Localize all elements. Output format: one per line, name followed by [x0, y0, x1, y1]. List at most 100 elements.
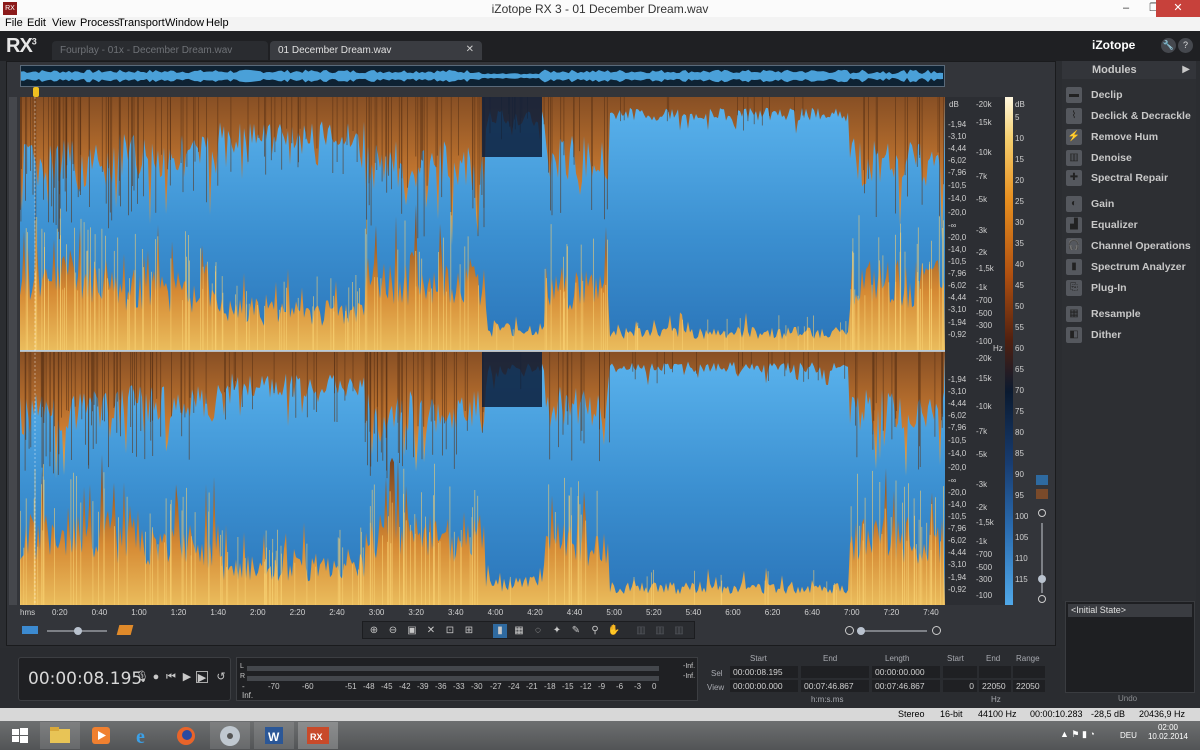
playhead-handle[interactable] — [33, 87, 39, 97]
play-icon[interactable]: ▶ — [181, 671, 193, 683]
menu-view[interactable]: View — [52, 17, 76, 29]
menu-help[interactable]: Help — [206, 17, 229, 29]
lasso-icon[interactable]: ◌ — [531, 624, 545, 638]
zoom-select-icon[interactable]: ▣ — [405, 624, 419, 638]
menu-file[interactable]: File — [5, 17, 23, 29]
word-icon[interactable]: W — [254, 722, 294, 749]
waveform-toggle-icon[interactable] — [1036, 475, 1048, 485]
wand-icon[interactable]: ✦ — [550, 624, 564, 638]
vertical-zoom-control[interactable] — [1036, 475, 1048, 605]
time-select-icon[interactable]: ▮ — [493, 624, 507, 638]
close-tab-icon[interactable]: ✕ — [466, 44, 474, 55]
file-explorer-icon[interactable] — [40, 722, 80, 749]
sel-range-field[interactable] — [1013, 666, 1045, 678]
hzoom-track[interactable] — [857, 630, 927, 632]
sel-start-field[interactable]: 00:00:08.195 — [730, 666, 798, 678]
time-tick: 3:40 — [448, 608, 464, 617]
grid-2-icon[interactable]: ▥ — [653, 624, 667, 638]
db-tick-top: -6,02 — [948, 281, 967, 290]
play-selection-icon[interactable]: ▶ — [196, 671, 208, 684]
hzoom-out-icon[interactable] — [845, 626, 854, 635]
hz-tick-top: -20k — [976, 100, 992, 109]
module-declip[interactable]: ▬ Declip — [1066, 86, 1196, 104]
media-player-icon[interactable] — [82, 722, 122, 749]
help-icon[interactable]: ? — [1178, 38, 1193, 53]
rx-taskbar-icon[interactable]: RX — [298, 722, 338, 749]
zoom-in-icon[interactable]: ⊕ — [367, 624, 381, 638]
tab-fourplay[interactable]: Fourplay - 01x - December Dream.wav — [52, 41, 268, 60]
spectrogram-view-icon[interactable] — [116, 625, 134, 635]
left-scroll-strip[interactable] — [9, 97, 17, 605]
settings-icon[interactable]: 🔧 — [1161, 38, 1176, 53]
view-hz-start-field[interactable]: 0 — [943, 680, 977, 692]
sel-hz-end-field[interactable] — [979, 666, 1011, 678]
sel-end-field[interactable] — [801, 666, 869, 678]
vzoom-knob[interactable] — [1038, 575, 1046, 583]
hzoom-knob[interactable] — [857, 627, 865, 635]
firefox-icon[interactable] — [166, 722, 206, 749]
zoom-tool-icon[interactable]: ⚲ — [588, 624, 602, 638]
skip-start-icon[interactable]: ⏮ — [165, 671, 177, 683]
tray-icons[interactable]: ▲ ⚑ ▮ ◔ — [1060, 729, 1095, 740]
waveform-view-icon[interactable] — [22, 626, 38, 634]
rect-select-icon[interactable]: ▦ — [512, 624, 526, 638]
menu-process[interactable]: Process — [80, 17, 120, 29]
tray-language[interactable]: DEU — [1120, 731, 1137, 740]
waveform-overview[interactable] — [20, 65, 945, 87]
module-channel-operations[interactable]: 🎧 Channel Operations — [1066, 237, 1196, 255]
view-length-field[interactable]: 00:07:46.867 — [872, 680, 940, 692]
zoom-fit-icon[interactable]: ⊡ — [443, 624, 457, 638]
opacity-slider-knob[interactable] — [74, 627, 82, 635]
menu-transport[interactable]: Transport — [118, 17, 165, 29]
vzoom-out-icon[interactable] — [1038, 595, 1046, 603]
module-denoise[interactable]: ▥ Denoise — [1066, 149, 1196, 167]
zoom-x-icon[interactable]: ✕ — [424, 624, 438, 638]
module-plug-in[interactable]: ⎘ Plug-In — [1066, 279, 1196, 297]
view-hz-end-field[interactable]: 22050 — [979, 680, 1011, 692]
zoom-all-icon[interactable]: ⊞ — [462, 624, 476, 638]
undo-item-initial[interactable]: <Initial State> — [1068, 604, 1192, 617]
hz-tick-top: -700 — [976, 296, 993, 305]
close-button[interactable]: ✕ — [1156, 0, 1200, 17]
spectrogram-view[interactable] — [20, 97, 945, 605]
media-disc-icon[interactable] — [210, 722, 250, 749]
module-dither[interactable]: ◧ Dither — [1066, 326, 1196, 344]
loop-icon[interactable]: ↺ — [215, 671, 227, 683]
module-declick-decrackle[interactable]: ⌇ Declick & Decrackle — [1066, 107, 1196, 125]
module-equalizer[interactable]: ▟ Equalizer — [1066, 216, 1196, 234]
modules-header[interactable]: Modules ▶ — [1062, 61, 1196, 79]
modules-arrow-icon[interactable]: ▶ — [1182, 64, 1190, 75]
undo-history[interactable]: <Initial State> — [1065, 601, 1195, 693]
record-icon[interactable]: ● — [150, 671, 162, 683]
view-end-field[interactable]: 00:07:46.867 — [801, 680, 869, 692]
vzoom-in-icon[interactable] — [1038, 509, 1046, 517]
tab-december-dream[interactable]: 01 December Dream.wav ✕ — [270, 41, 482, 60]
grid-3-icon[interactable]: ▥ — [672, 624, 686, 638]
menu-window[interactable]: Window — [165, 17, 204, 29]
db-tick-bottom: -10,5 — [948, 436, 967, 445]
brush-icon[interactable]: ✎ — [569, 624, 583, 638]
grid-1-icon[interactable]: ▥ — [634, 624, 648, 638]
spectrogram-toggle-icon[interactable] — [1036, 489, 1048, 499]
taskbar-clock[interactable]: 02:00 10.02.2014 — [1143, 723, 1193, 741]
module-spectral-repair[interactable]: ✚ Spectral Repair — [1066, 169, 1196, 187]
windows-start-icon[interactable] — [0, 722, 40, 749]
internet-explorer-icon[interactable]: e — [124, 722, 164, 749]
svg-text:RX: RX — [310, 732, 323, 742]
sel-length-field[interactable]: 00:00:00.000 — [872, 666, 940, 678]
module-resample[interactable]: ▦ Resample — [1066, 305, 1196, 323]
hzoom-in-icon[interactable] — [932, 626, 941, 635]
module-spectrum-analyzer[interactable]: ▮ Spectrum Analyzer — [1066, 258, 1196, 276]
minimize-button[interactable]: – — [1112, 0, 1140, 17]
db-tick-top: -1,94 — [948, 120, 967, 129]
sel-hz-start-field[interactable] — [943, 666, 977, 678]
module-remove-hum[interactable]: ⚡ Remove Hum — [1066, 128, 1196, 146]
view-range-field[interactable]: 22050 — [1013, 680, 1045, 692]
zoom-out-icon[interactable]: ⊖ — [386, 624, 400, 638]
hz-tick-bottom: -7k — [976, 427, 988, 436]
module-gain[interactable]: ◐ Gain — [1066, 195, 1196, 213]
mic-icon[interactable]: 🎙 — [135, 671, 149, 683]
hand-icon[interactable]: ✋ — [607, 624, 621, 638]
view-start-field[interactable]: 00:00:00.000 — [730, 680, 798, 692]
menu-edit[interactable]: Edit — [27, 17, 46, 29]
